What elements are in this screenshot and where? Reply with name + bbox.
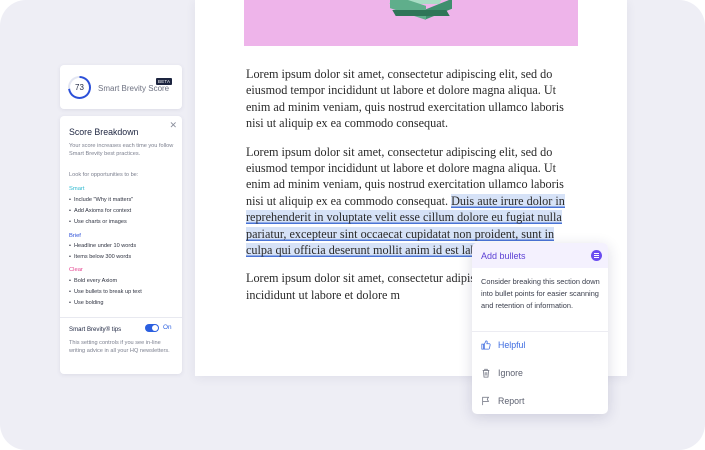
popup-header: Add bullets — [472, 243, 608, 268]
score-ring: 73 — [68, 76, 91, 99]
list-item: Items below 300 words — [69, 252, 177, 263]
paragraph-2[interactable]: Lorem ipsum dolor sit amet, consectetur … — [246, 144, 581, 259]
thumbs-up-icon — [481, 340, 491, 350]
close-icon[interactable]: ✕ — [169, 120, 177, 130]
category-brief-label: Brief — [69, 233, 81, 239]
ignore-button[interactable]: Ignore — [481, 366, 523, 380]
divider — [472, 331, 608, 332]
category-brief-list: Headline under 10 words Items below 300 … — [69, 241, 177, 263]
smart-brevity-score-card[interactable]: 73 BETA Smart Brevity Score — [60, 65, 182, 109]
list-item: Use bolding — [69, 298, 177, 309]
tips-toggle-state: On — [163, 324, 172, 331]
list-item: Use bullets to break up text — [69, 287, 177, 298]
helpful-button[interactable]: Helpful — [481, 338, 525, 352]
panel-description: Your score increases each time you follo… — [69, 143, 174, 157]
score-value: 73 — [70, 78, 89, 97]
tips-description: This setting controls if you see in-line… — [69, 340, 170, 354]
paragraph-1[interactable]: Lorem ipsum dolor sit amet, consectetur … — [246, 66, 581, 132]
category-smart-list: Include "Why it matters" Add Axioms for … — [69, 195, 177, 227]
suggestion-body: Consider breaking this section down into… — [481, 277, 600, 310]
score-title: Smart Brevity Score — [98, 84, 170, 93]
flag-icon — [482, 396, 490, 406]
suggestion-title: Add bullets — [481, 251, 526, 261]
hero-image — [244, 0, 578, 46]
list-item: Include "Why it matters" — [69, 195, 177, 206]
list-icon — [591, 250, 602, 261]
score-breakdown-panel: ✕ Score Breakdown Your score increases e… — [60, 116, 182, 374]
hero-box-bottom — [392, 10, 450, 16]
opportunities-label: Look for opportunities to be: — [69, 172, 139, 178]
helpful-label: Helpful — [498, 340, 526, 350]
suggestion-popup: Add bullets Consider breaking this secti… — [472, 243, 608, 414]
tips-label: Smart Brevity® tips — [69, 326, 122, 333]
category-smart-label: Smart — [69, 186, 85, 192]
tips-toggle[interactable] — [145, 324, 159, 332]
category-clear-list: Bold every Axiom Use bullets to break up… — [69, 276, 177, 308]
category-clear-label: Clear — [69, 267, 83, 273]
toggle-knob — [152, 325, 158, 331]
list-item: Use charts or images — [69, 217, 177, 228]
divider — [60, 317, 182, 318]
ignore-label: Ignore — [498, 368, 523, 378]
report-button[interactable]: Report — [481, 394, 524, 408]
list-item: Add Axioms for context — [69, 206, 177, 217]
list-item: Headline under 10 words — [69, 241, 177, 252]
list-item: Bold every Axiom — [69, 276, 177, 287]
report-label: Report — [498, 396, 525, 406]
panel-title: Score Breakdown — [69, 127, 139, 137]
app-frame: Lorem ipsum dolor sit amet, consectetur … — [0, 0, 705, 450]
trash-icon — [482, 368, 490, 378]
